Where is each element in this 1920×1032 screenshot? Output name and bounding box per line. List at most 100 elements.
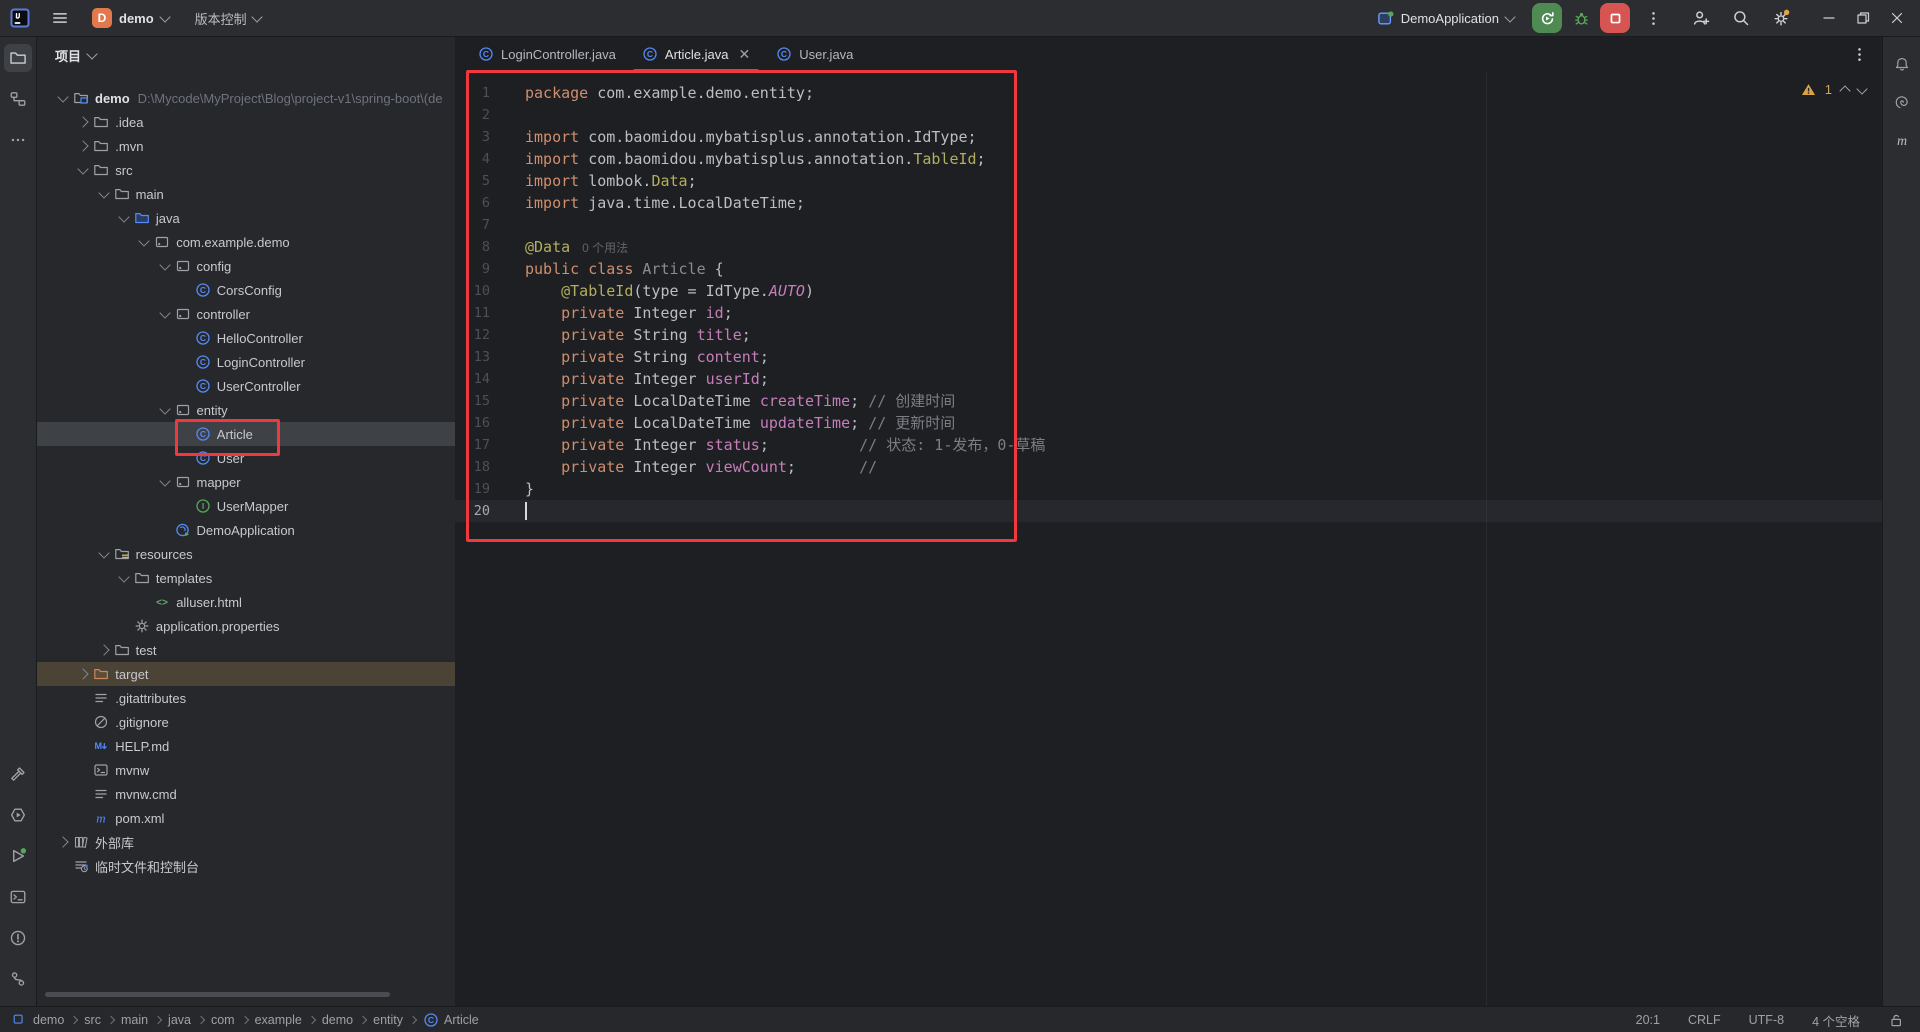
line-number[interactable]: 1 — [455, 82, 490, 104]
line-number[interactable]: 7 — [455, 214, 490, 236]
tree-item-usercontroller[interactable]: CUserController — [37, 374, 455, 398]
tree-item-application-properties[interactable]: application.properties — [37, 614, 455, 638]
tool-strip-version-control-icon[interactable] — [4, 965, 32, 993]
line-number[interactable]: 6 — [455, 192, 490, 214]
tree-item-resources[interactable]: resources — [37, 542, 455, 566]
line-number[interactable]: 20 — [455, 500, 490, 522]
tool-strip-run-icon[interactable] — [4, 842, 32, 870]
tree-item-config[interactable]: config — [37, 254, 455, 278]
tree-expand-chevron-icon[interactable] — [55, 834, 71, 850]
tree-item-临时文件和控制台[interactable]: 临时文件和控制台 — [37, 854, 455, 878]
tool-strip-more-icon[interactable] — [4, 126, 32, 154]
tree-expand-chevron-icon[interactable] — [75, 138, 91, 154]
line-number[interactable]: 9 — [455, 258, 490, 280]
tool-strip-problems-icon[interactable] — [4, 924, 32, 952]
restore-button[interactable] — [1846, 3, 1880, 33]
tree-expand-chevron-icon[interactable] — [157, 474, 173, 490]
tree-expand-chevron-icon[interactable] — [116, 210, 132, 226]
settings-button[interactable] — [1766, 3, 1796, 33]
tree-expand-chevron-icon[interactable] — [96, 186, 112, 202]
next-problem-icon[interactable] — [1856, 83, 1867, 94]
line-number[interactable]: 8 — [455, 236, 490, 258]
line-number[interactable]: 5 — [455, 170, 490, 192]
line-number[interactable]: 19 — [455, 478, 490, 500]
unlock-icon[interactable] — [1888, 1012, 1904, 1028]
close-button[interactable] — [1880, 3, 1914, 33]
tree-item-demoapplication[interactable]: DemoApplication — [37, 518, 455, 542]
inspections-widget[interactable]: 1 — [1801, 82, 1866, 97]
line-number[interactable]: 13 — [455, 346, 490, 368]
tree-item-test[interactable]: test — [37, 638, 455, 662]
editor-tab-user-java[interactable]: CUser.java — [763, 36, 866, 72]
breadcrumb-item[interactable]: Article — [444, 1013, 479, 1027]
tree-item-mapper[interactable]: mapper — [37, 470, 455, 494]
tool-strip-ai-assistant-icon[interactable] — [1888, 88, 1916, 116]
tree-item-main[interactable]: main — [37, 182, 455, 206]
tree-item-user[interactable]: CUser — [37, 446, 455, 470]
tree-item--gitattributes[interactable]: .gitattributes — [37, 686, 455, 710]
debug-button[interactable] — [1566, 3, 1596, 33]
line-number[interactable]: 16 — [455, 412, 490, 434]
tree-item-mvnw-cmd[interactable]: mvnw.cmd — [37, 782, 455, 806]
tree-item-src[interactable]: src — [37, 158, 455, 182]
line-separator[interactable]: CRLF — [1688, 1013, 1721, 1027]
rerun-button[interactable] — [1532, 3, 1562, 33]
tree-expand-chevron-icon[interactable] — [75, 666, 91, 682]
tab-options-button[interactable] — [1846, 41, 1872, 67]
tree-expand-chevron-icon[interactable] — [116, 570, 132, 586]
tree-item-demo[interactable]: demoD:\Mycode\MyProject\Blog\project-v1\… — [37, 86, 455, 110]
tree-item-hellocontroller[interactable]: CHelloController — [37, 326, 455, 350]
tree-item-com-example-demo[interactable]: com.example.demo — [37, 230, 455, 254]
line-number[interactable]: 2 — [455, 104, 490, 126]
tree-expand-chevron-icon[interactable] — [136, 234, 152, 250]
previous-problem-icon[interactable] — [1839, 85, 1850, 96]
tree-item-article[interactable]: CArticle — [37, 422, 455, 446]
tree-item-外部库[interactable]: 外部库 — [37, 830, 455, 854]
line-number[interactable]: 3 — [455, 126, 490, 148]
tree-expand-chevron-icon[interactable] — [96, 546, 112, 562]
run-configuration-selector[interactable]: DemoApplication — [1371, 7, 1520, 30]
tree-expand-chevron-icon[interactable] — [96, 642, 112, 658]
tree-item-java[interactable]: java — [37, 206, 455, 230]
tree-item-alluser-html[interactable]: <>alluser.html — [37, 590, 455, 614]
search-everywhere-button[interactable] — [1726, 3, 1756, 33]
minimize-button[interactable] — [1812, 3, 1846, 33]
tree-item-templates[interactable]: templates — [37, 566, 455, 590]
tree-item--mvn[interactable]: .mvn — [37, 134, 455, 158]
caret-position[interactable]: 20:1 — [1636, 1013, 1660, 1027]
line-number[interactable]: 14 — [455, 368, 490, 390]
project-panel-header[interactable]: 项目 — [37, 36, 455, 74]
tool-strip-structure-icon[interactable] — [4, 85, 32, 113]
file-encoding[interactable]: UTF-8 — [1749, 1013, 1784, 1027]
line-number[interactable]: 10 — [455, 280, 490, 302]
more-actions-button[interactable] — [1638, 3, 1668, 33]
line-number[interactable]: 12 — [455, 324, 490, 346]
line-number[interactable]: 11 — [455, 302, 490, 324]
tree-item--idea[interactable]: .idea — [37, 110, 455, 134]
indent-style[interactable]: 4 个空格 — [1812, 1011, 1860, 1030]
tree-item-target[interactable]: target — [37, 662, 455, 686]
usages-inlay-hint[interactable]: 0 个用法 — [582, 241, 628, 255]
tree-item-pom-xml[interactable]: mpom.xml — [37, 806, 455, 830]
project-selector[interactable]: D demo — [86, 5, 175, 31]
tree-item-controller[interactable]: controller — [37, 302, 455, 326]
breadcrumb-item[interactable]: demo — [322, 1013, 353, 1027]
breadcrumb-item[interactable]: demo — [33, 1013, 64, 1027]
horizontal-scrollbar[interactable] — [45, 992, 390, 997]
tool-strip-notifications-icon[interactable] — [1888, 50, 1916, 78]
line-number[interactable]: 17 — [455, 434, 490, 456]
tree-expand-chevron-icon[interactable] — [75, 114, 91, 130]
vcs-menu[interactable]: 版本控制 — [189, 6, 267, 31]
tool-strip-project-folder-icon[interactable] — [4, 44, 32, 72]
line-number[interactable]: 4 — [455, 148, 490, 170]
tree-item-help-md[interactable]: MHELP.md — [37, 734, 455, 758]
main-menu-button[interactable] — [46, 4, 74, 32]
breadcrumb-item[interactable]: java — [168, 1013, 191, 1027]
tool-strip-build-icon[interactable] — [4, 760, 32, 788]
code-with-me-button[interactable] — [1686, 3, 1716, 33]
breadcrumb-item[interactable]: src — [84, 1013, 101, 1027]
tree-expand-chevron-icon[interactable] — [75, 162, 91, 178]
tree-item-mvnw[interactable]: mvnw — [37, 758, 455, 782]
tree-item-entity[interactable]: entity — [37, 398, 455, 422]
line-number[interactable]: 15 — [455, 390, 490, 412]
